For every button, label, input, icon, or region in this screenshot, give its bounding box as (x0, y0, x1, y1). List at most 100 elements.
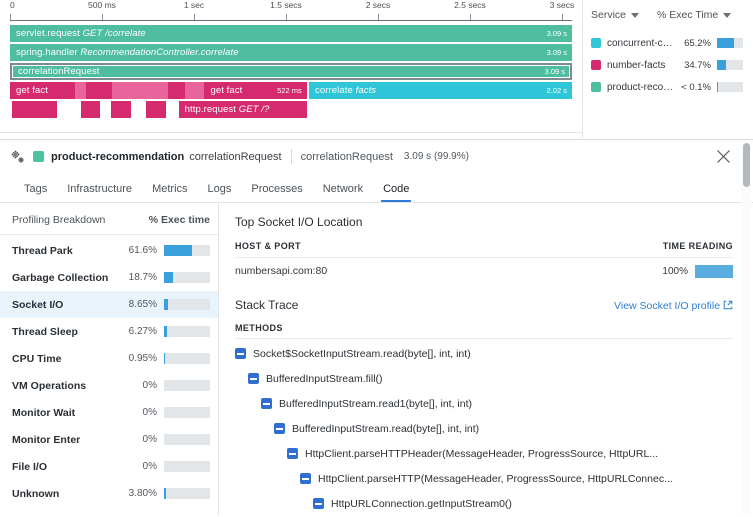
stack-trace-node[interactable]: BufferedInputStream.fill() (235, 366, 733, 391)
axis-tick-mark (194, 14, 195, 20)
span-chunk[interactable] (75, 82, 86, 99)
collapse-toggle-icon[interactable] (235, 348, 246, 359)
span-bar[interactable]: servlet.request GET /correlate3.09 s (10, 25, 572, 42)
profiling-label: Socket I/O (12, 299, 119, 311)
axis-tick-mark (378, 14, 379, 20)
span-bar-http-request[interactable]: http.request GET /? (179, 101, 307, 118)
service-column-header[interactable]: Service (591, 9, 653, 21)
profiling-breakdown-panel: Profiling Breakdown % Exec time Thread P… (0, 203, 219, 516)
collapse-toggle-icon[interactable] (274, 423, 285, 434)
profiling-bar-track (164, 272, 210, 283)
tab-processes[interactable]: Processes (241, 183, 312, 202)
profiling-row[interactable]: Unknown3.80% (0, 480, 218, 507)
profiling-bar-fill (164, 488, 166, 499)
service-legend-row[interactable]: concurrent-cor...65.2% (591, 32, 743, 54)
axis-tick-mark (470, 14, 471, 20)
service-legend-row[interactable]: product-recom...< 0.1% (591, 76, 743, 98)
profiling-label: Unknown (12, 488, 119, 500)
span-chunk[interactable] (86, 82, 111, 99)
chevron-down-icon (723, 13, 731, 18)
profiling-pct: 8.65% (119, 299, 157, 310)
stack-trace-node[interactable]: HttpClient.parseHTTPHeader(MessageHeader… (235, 441, 733, 466)
stack-trace-node[interactable]: HttpClient.parseHTTP(MessageHeader, Prog… (235, 466, 733, 491)
span-chunk[interactable] (112, 82, 168, 99)
tab-network[interactable]: Network (313, 183, 373, 202)
detail-service-name: product-recommendation (51, 151, 184, 163)
profiling-bar-track (164, 488, 210, 499)
span-label: correlationRequest (12, 66, 100, 77)
collapse-toggle-icon[interactable] (248, 373, 259, 384)
span-chunk[interactable] (168, 82, 185, 99)
span-chunk[interactable] (146, 101, 166, 118)
profiling-bar-fill (164, 245, 192, 256)
axis-tick-label: 0 (10, 0, 15, 10)
collapse-toggle-icon[interactable] (313, 498, 324, 509)
stack-trace-node[interactable]: BufferedInputStream.read1(byte[], int, i… (235, 391, 733, 416)
axis-tick-label: 1.5 secs (270, 0, 302, 10)
span-duration: 2.02 s (547, 86, 567, 95)
span-bar[interactable]: spring.handler RecommendationController.… (10, 44, 572, 61)
profiling-bar-track (164, 326, 210, 337)
span-duration: 522 ms (277, 86, 302, 95)
span-bar[interactable]: correlationRequest3.09 s (10, 63, 572, 80)
service-bar-track (717, 60, 743, 70)
span-chunk[interactable] (185, 82, 205, 99)
tab-infrastructure[interactable]: Infrastructure (57, 183, 142, 202)
scrollbar-thumb[interactable] (743, 143, 750, 187)
span-detail-panel: product-recommendation correlationReques… (0, 139, 753, 517)
detail-body: Profiling Breakdown % Exec time Thread P… (0, 203, 753, 516)
external-link-icon (723, 300, 733, 310)
service-pct: 34.7% (678, 60, 711, 71)
stack-trace-method: HttpClient.parseHTTPHeader(MessageHeader… (305, 448, 658, 460)
timeline-pane: 0500 ms1 sec1.5 secs2 secs2.5 secs3 secs… (0, 0, 582, 138)
stack-trace-node[interactable]: HttpURLConnection.getInputStream0() (235, 491, 733, 516)
profiling-row[interactable]: Monitor Wait0% (0, 399, 218, 426)
time-pct-value: 100% (662, 266, 688, 277)
profiling-row[interactable]: VM Operations0% (0, 372, 218, 399)
tab-code[interactable]: Code (373, 183, 419, 202)
span-row: correlationRequest3.09 s (10, 63, 572, 80)
profiling-bar-track (164, 299, 210, 310)
span-bar-get-fact-first[interactable]: get fact (10, 82, 75, 99)
profiling-bar-track (164, 434, 210, 445)
profiling-row[interactable]: Garbage Collection18.7% (0, 264, 218, 291)
trace-timeline-region: 0500 ms1 sec1.5 secs2 secs2.5 secs3 secs… (0, 0, 753, 138)
profiling-pct: 0.95% (119, 353, 157, 364)
profiling-label: File I/O (12, 461, 119, 473)
profiling-row[interactable]: Thread Park61.6% (0, 237, 218, 264)
profiling-row[interactable]: Thread Sleep6.27% (0, 318, 218, 345)
collapse-toggle-icon[interactable] (287, 448, 298, 459)
view-socket-io-profile-link[interactable]: View Socket I/O profile (614, 300, 733, 312)
profiling-row[interactable]: Socket I/O8.65% (0, 291, 218, 318)
exec-time-column-header[interactable]: % Exec Time (657, 9, 731, 21)
socket-table-row[interactable]: numbersapi.com:80 100% (235, 258, 733, 284)
detail-scrollbar[interactable] (742, 141, 751, 515)
profiling-row[interactable]: File I/O0% (0, 453, 218, 480)
code-tab-content: Top Socket I/O Location HOST & PORT TIME… (219, 203, 753, 516)
profiling-row[interactable]: Monitor Enter0% (0, 426, 218, 453)
tab-metrics[interactable]: Metrics (142, 183, 197, 202)
axis-tick-label: 2.5 secs (454, 0, 486, 10)
span-chunk[interactable] (111, 101, 131, 118)
close-icon[interactable] (716, 149, 731, 164)
span-bar-correlate-facts[interactable]: correlate facts 2.02 s (309, 82, 572, 99)
tab-logs[interactable]: Logs (198, 183, 242, 202)
span-duration: 3.09 s (547, 48, 567, 57)
profiling-pct: 0% (119, 461, 157, 472)
profiling-label: Monitor Wait (12, 407, 119, 419)
collapse-toggle-icon[interactable] (261, 398, 272, 409)
span-chunk[interactable] (81, 101, 100, 118)
axis-tick-label: 3 secs (550, 0, 575, 10)
span-bar-get-fact[interactable]: get fact 522 ms (204, 82, 306, 99)
span-row-http-request: http.request GET /? (10, 101, 572, 118)
methods-label: METHODS (235, 323, 733, 339)
profiling-label: Thread Sleep (12, 326, 119, 338)
profiling-row[interactable]: CPU Time0.95% (0, 345, 218, 372)
tab-tags[interactable]: Tags (14, 183, 57, 202)
service-legend-row[interactable]: number-facts34.7% (591, 54, 743, 76)
stack-trace-node[interactable]: BufferedInputStream.read(byte[], int, in… (235, 416, 733, 441)
span-chunk[interactable] (12, 101, 58, 118)
stack-trace-node[interactable]: Socket$SocketInputStream.read(byte[], in… (235, 341, 733, 366)
collapse-toggle-icon[interactable] (300, 473, 311, 484)
profiling-bar-track (164, 353, 210, 364)
